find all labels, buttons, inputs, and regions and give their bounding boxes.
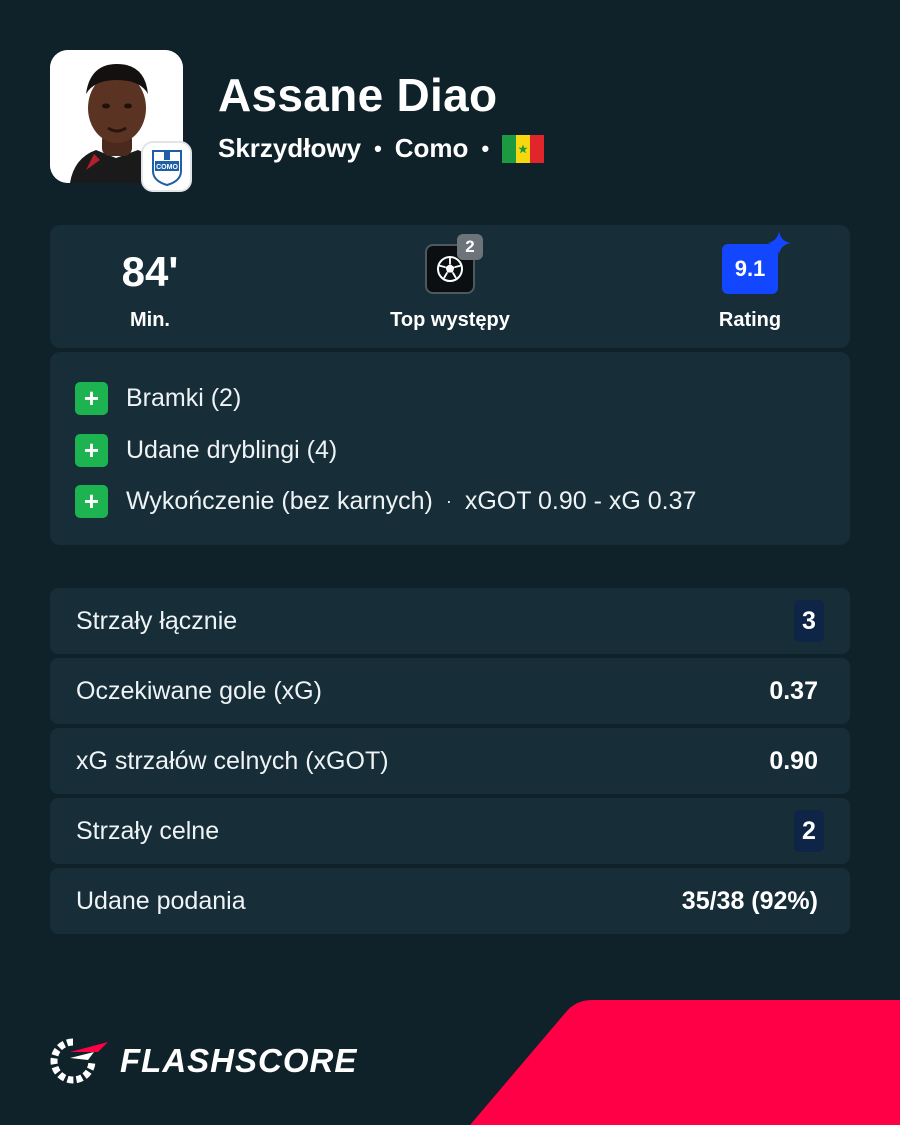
top-performances-count: 2 (457, 234, 483, 260)
player-position: Skrzydłowy (218, 133, 362, 163)
minutes-stat: 84' Min. (40, 225, 260, 348)
stat-row-shots-on-target: Strzały celne 2 (50, 798, 850, 864)
strength-label: Udane dryblingi (4) (126, 435, 338, 464)
strength-label: Bramki (2) (126, 383, 242, 412)
player-club[interactable]: Como (395, 133, 469, 164)
stat-label: xG strzałów celnych (xGOT) (76, 746, 389, 775)
stat-row-xg: Oczekiwane gole (xG) 0.37 (50, 658, 850, 724)
stat-label: Oczekiwane gole (xG) (76, 676, 322, 705)
stat-label: Strzały celne (76, 816, 220, 845)
stat-label: Strzały łącznie (76, 606, 238, 635)
stat-value: 3 (794, 600, 824, 642)
stat-label: Udane podania (76, 886, 246, 915)
strength-item: + Udane dryblingi (4) (75, 433, 337, 467)
brand-name: FLASHSCORE (120, 1042, 358, 1079)
star-icon (767, 231, 791, 255)
flashscore-logo-icon (50, 1038, 108, 1084)
plus-icon: + (75, 433, 108, 467)
stat-row-passes: Udane podania 35/38 (92%) (50, 868, 850, 934)
senegal-flag-icon (502, 134, 545, 163)
strengths-card: + Bramki (2) + Udane dryblingi (4) + Wyk… (50, 352, 850, 545)
rating-badge: 9.1 (722, 231, 791, 294)
stat-row-total-shots: Strzały łącznie 3 (50, 588, 850, 654)
strength-item: + Bramki (2) (75, 381, 241, 415)
plus-icon: + (75, 484, 108, 518)
strength-item: + Wykończenie (bez karnych) · xGOT 0.90 … (75, 484, 696, 518)
stat-value: 2 (794, 810, 824, 852)
meta-separator: • (374, 135, 382, 161)
stat-row-xgot: xG strzałów celnych (xGOT) 0.90 (50, 728, 850, 794)
top-performances-stat[interactable]: 2 Top występy (340, 225, 560, 348)
brand-accent-shape (470, 1000, 900, 1125)
club-badge-text: COMO (156, 164, 178, 171)
player-meta: Skrzydłowy • Como • (218, 133, 545, 164)
strength-separator: · (445, 490, 452, 511)
rating-stat: 9.1 Rating (640, 225, 860, 348)
club-badge-icon: COMO (141, 141, 192, 192)
top-performances-label: Top występy (390, 309, 510, 331)
summary-card: 84' Min. 2 Top występy 9.1 Rating (50, 225, 850, 348)
flashscore-brand[interactable]: FLASHSCORE (50, 1038, 357, 1084)
stat-value: 0.37 (769, 676, 818, 705)
strength-detail: xGOT 0.90 - xG 0.37 (464, 486, 697, 515)
stat-value: 0.90 (769, 746, 818, 775)
meta-separator: • (481, 135, 490, 161)
rating-value: 9.1 (734, 256, 766, 281)
rating-label: Rating (718, 309, 782, 331)
player-name: Assane Diao (218, 69, 498, 121)
plus-icon: + (75, 381, 108, 415)
stat-value: 35/38 (92%) (681, 886, 818, 915)
minutes-value: 84' (121, 248, 179, 295)
strength-label: Wykończenie (bez karnych) (126, 486, 433, 515)
minutes-label: Min. (130, 309, 170, 331)
